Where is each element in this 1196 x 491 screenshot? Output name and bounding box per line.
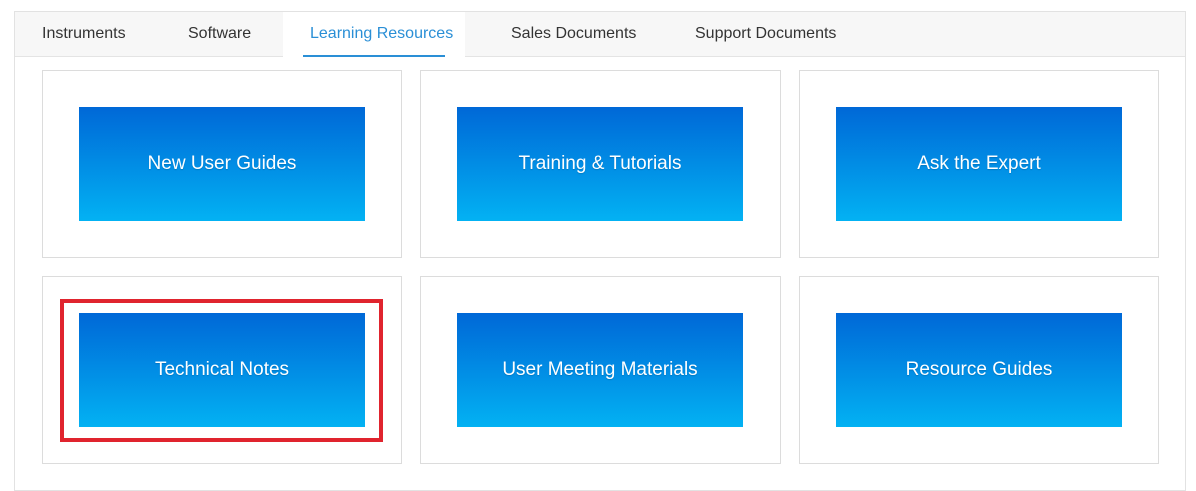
user-meeting-materials-label: User Meeting Materials xyxy=(502,359,698,380)
technical-notes-button[interactable]: Technical Notes xyxy=(79,313,365,427)
tab-sales-documents-label: Sales Documents xyxy=(511,25,637,42)
card-ask-the-expert: Ask the Expert xyxy=(799,70,1159,258)
tab-support-documents-label: Support Documents xyxy=(695,25,837,42)
ask-the-expert-button[interactable]: Ask the Expert xyxy=(836,107,1122,221)
user-meeting-materials-button[interactable]: User Meeting Materials xyxy=(457,313,743,427)
card-new-user-guides: New User Guides xyxy=(42,70,402,258)
training-tutorials-button[interactable]: Training & Tutorials xyxy=(457,107,743,221)
tab-software[interactable]: Software xyxy=(181,12,258,57)
resource-guides-button[interactable]: Resource Guides xyxy=(836,313,1122,427)
tab-bar: Instruments Software Learning Resources … xyxy=(15,12,1185,57)
tab-instruments[interactable]: Instruments xyxy=(35,12,133,57)
technical-notes-label: Technical Notes xyxy=(154,359,290,380)
tab-sales-documents[interactable]: Sales Documents xyxy=(504,12,643,57)
card-resource-guides: Resource Guides xyxy=(799,276,1159,464)
card-training-tutorials: Training & Tutorials xyxy=(420,70,781,258)
active-tab-indicator xyxy=(303,55,445,57)
new-user-guides-button[interactable]: New User Guides xyxy=(79,107,365,221)
ask-the-expert-label: Ask the Expert xyxy=(917,153,1041,174)
tab-learning-resources[interactable]: Learning Resources xyxy=(283,12,465,57)
resource-guides-label: Resource Guides xyxy=(905,359,1053,380)
tab-support-documents[interactable]: Support Documents xyxy=(688,12,843,57)
tab-learning-resources-label: Learning Resources xyxy=(310,25,454,42)
card-technical-notes: Technical Notes xyxy=(42,276,402,464)
tab-software-label: Software xyxy=(188,25,252,42)
new-user-guides-label: New User Guides xyxy=(147,153,297,174)
card-user-meeting-materials: User Meeting Materials xyxy=(420,276,781,464)
training-tutorials-label: Training & Tutorials xyxy=(518,153,682,174)
tab-instruments-label: Instruments xyxy=(42,25,126,42)
